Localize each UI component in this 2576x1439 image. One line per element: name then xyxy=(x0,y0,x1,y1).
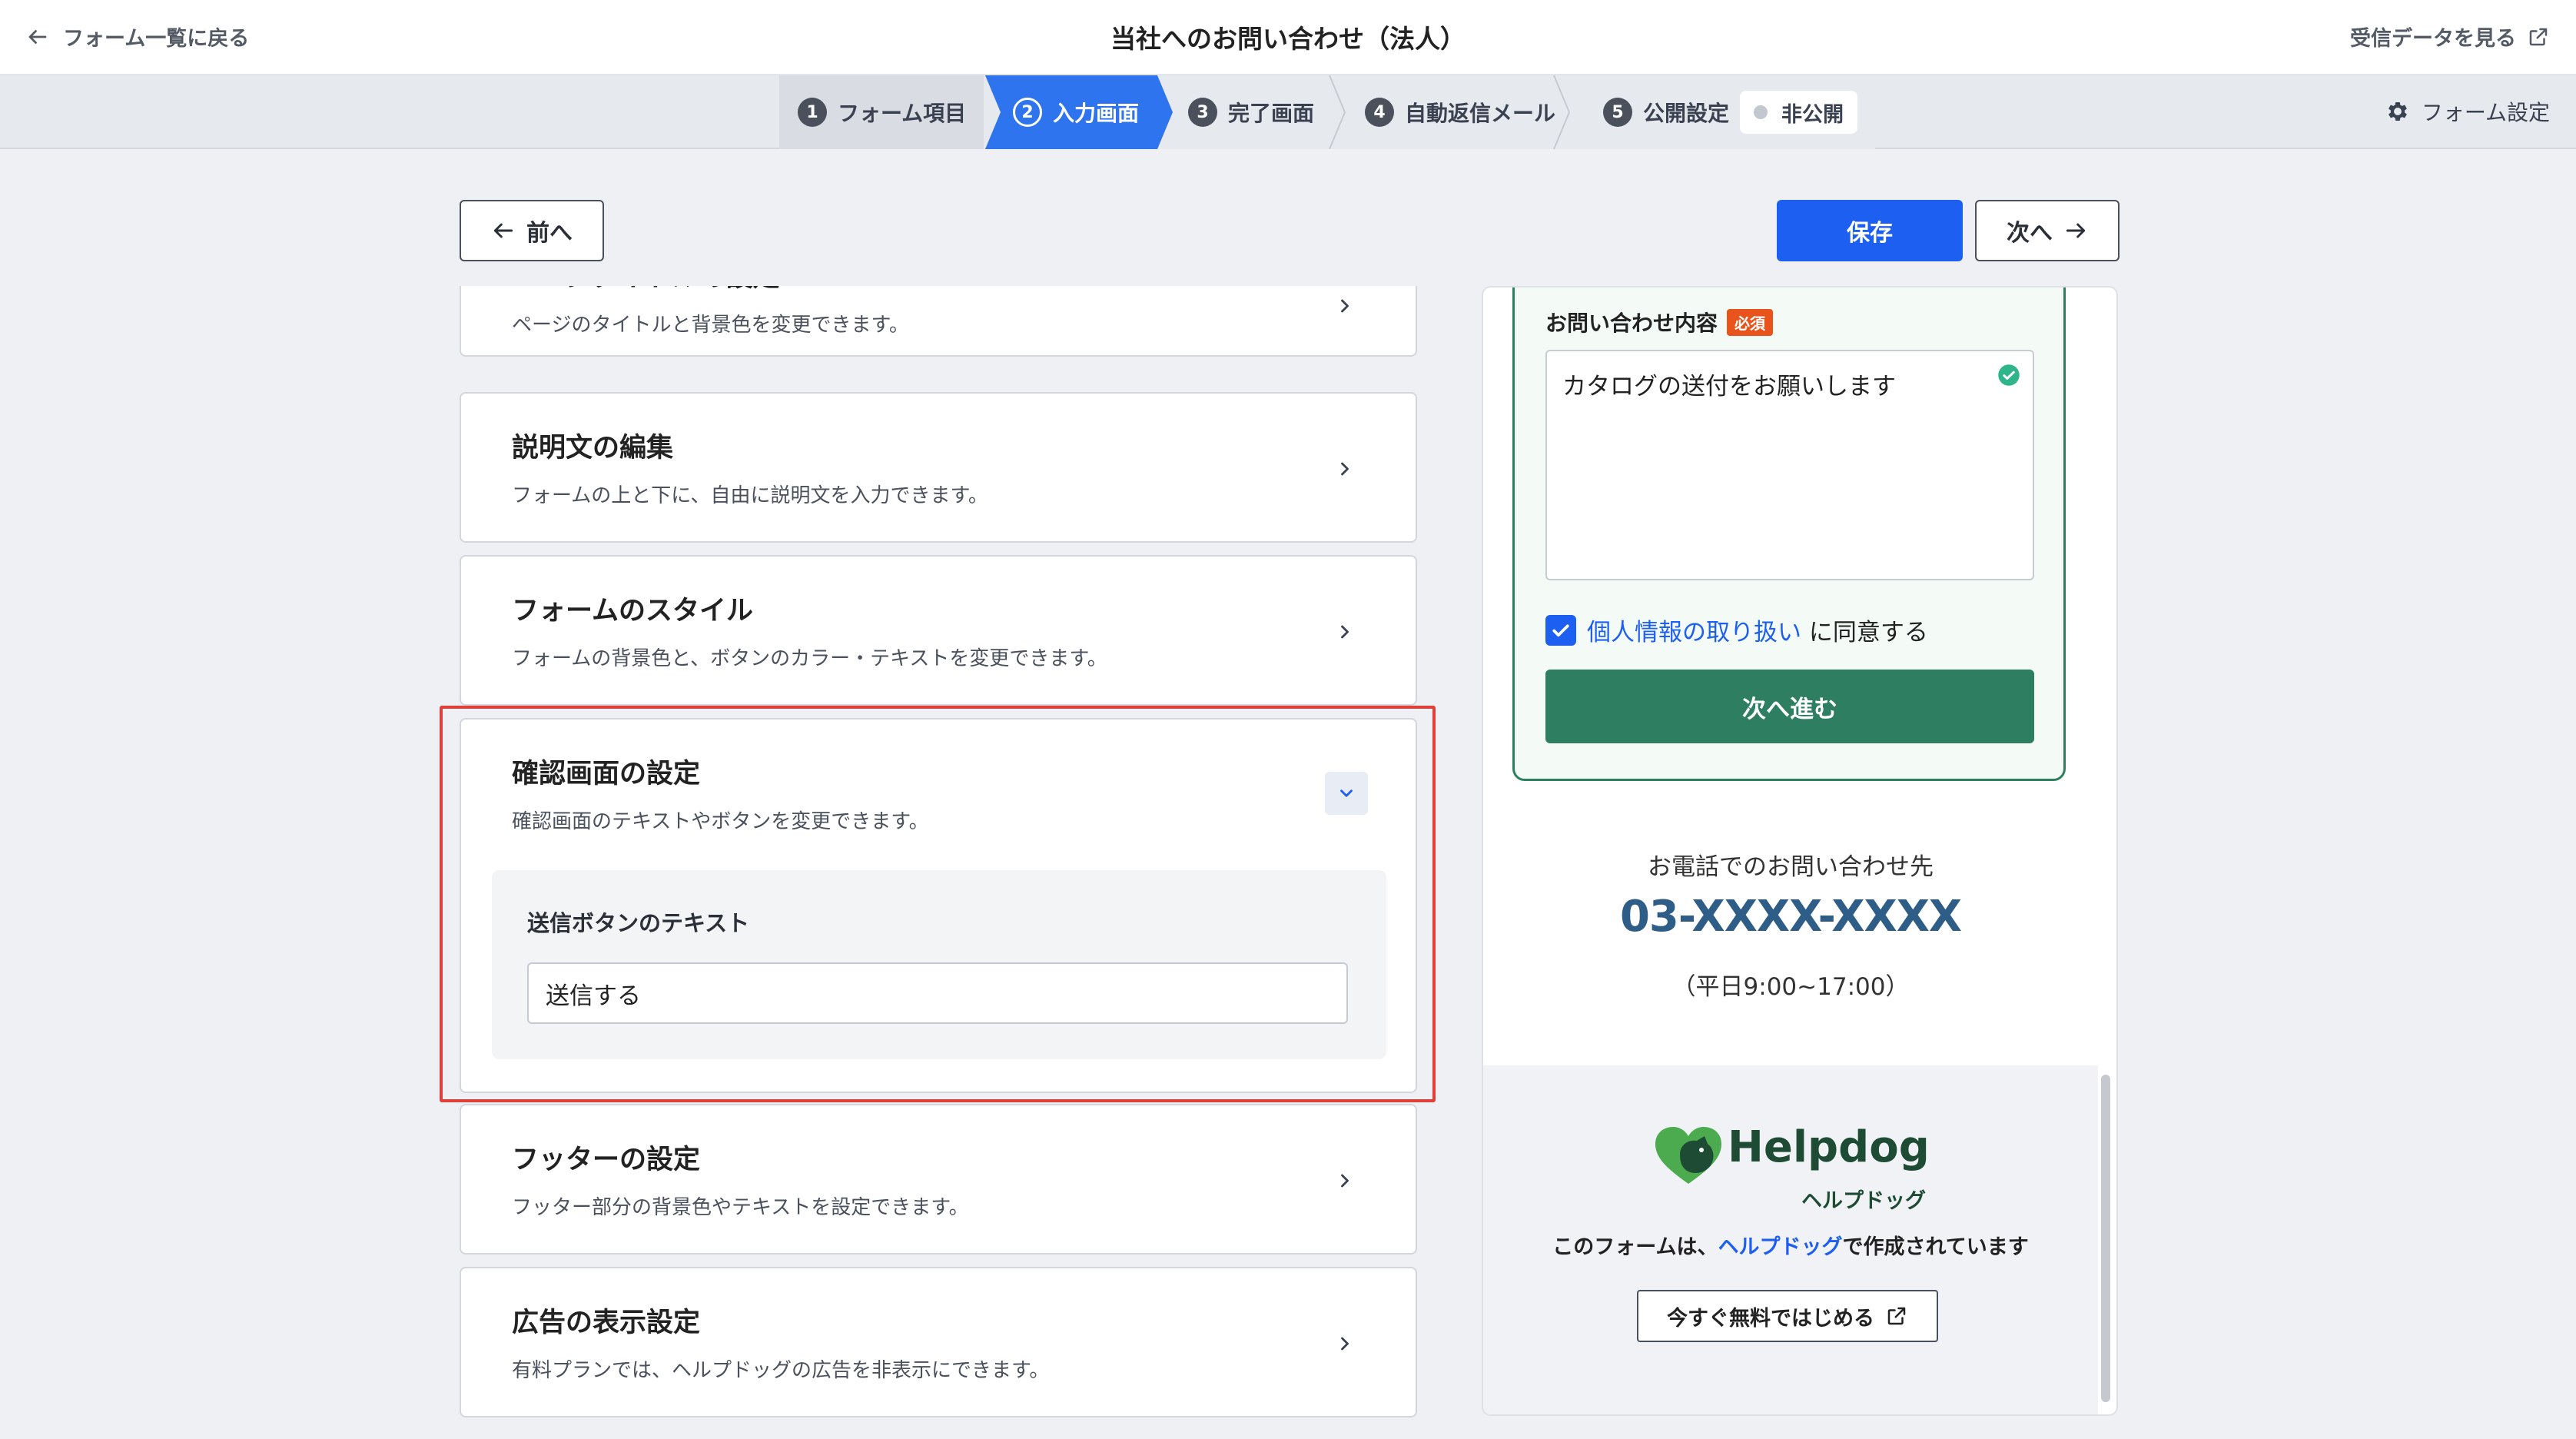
helpdog-ad-footer: Helpdog ヘルプドッグ このフォームは、ヘルプドッグで作成されています 今… xyxy=(1483,1065,2098,1414)
card-title: フッターの設定 xyxy=(512,1145,701,1175)
chevron-right-icon xyxy=(1341,1174,1349,1188)
step-number: 1 xyxy=(798,98,827,127)
helpdog-logo: Helpdog ヘルプドッグ xyxy=(1654,1121,1946,1213)
preview-scrollbar[interactable] xyxy=(2101,1075,2110,1402)
privacy-consent: 個人情報の取り扱い に同意する xyxy=(1545,613,1928,647)
contact-heading: お電話でのお問い合わせ先 xyxy=(1648,853,1934,881)
settings-list: ページタイトルの設定 ページのタイトルと背景色を変更できます。 説明文の編集 フ… xyxy=(458,286,1419,1439)
back-to-form-list-link[interactable]: フォーム一覧に戻る xyxy=(26,22,249,52)
helpdog-link[interactable]: ヘルプドッグ xyxy=(1718,1235,1843,1259)
arrow-left-icon xyxy=(28,29,47,44)
step-number: 5 xyxy=(1603,98,1632,127)
start-free-label: 今すぐ無料ではじめる xyxy=(1667,1306,1874,1331)
card-title: 広告の表示設定 xyxy=(512,1308,701,1338)
step-bar: 1 フォーム項目 2 入力画面 3 完了画面 4 自動返信メール 5 公開設定 … xyxy=(0,75,2576,149)
chevron-down-icon xyxy=(1340,789,1353,797)
step-number: 4 xyxy=(1365,98,1394,127)
privacy-policy-link[interactable]: 個人情報の取り扱い xyxy=(1587,619,1801,646)
made-by-text: このフォームは、ヘルプドッグで作成されています xyxy=(1483,1230,2098,1260)
card-ad-display-settings[interactable]: 広告の表示設定 有料プランでは、ヘルプドッグの広告を非表示にできます。 xyxy=(460,1267,1417,1417)
logo-text: Helpdog xyxy=(1728,1122,1930,1172)
textarea-value: カタログの送付をお願いします xyxy=(1562,373,1896,400)
step-completion-screen[interactable]: 3 完了画面 xyxy=(1188,75,1314,149)
external-link-icon xyxy=(1887,1307,1906,1325)
consent-checkbox[interactable] xyxy=(1545,614,1576,646)
submit-button-text-input[interactable]: 送信する xyxy=(527,962,1348,1024)
arrow-right-icon xyxy=(2066,223,2086,238)
publish-status-label: 非公開 xyxy=(1781,102,1844,127)
card-description-edit[interactable]: 説明文の編集 フォームの上と下に、自由に説明文を入力できます。 xyxy=(460,392,1417,543)
step-number: 3 xyxy=(1188,98,1217,127)
collapse-toggle-button[interactable] xyxy=(1325,772,1368,815)
made-by-suffix: で作成されています xyxy=(1842,1235,2029,1259)
step-form-items[interactable]: 1 フォーム項目 xyxy=(798,75,966,149)
card-title: フォームのスタイル xyxy=(512,596,753,626)
back-link-label: フォーム一覧に戻る xyxy=(63,27,250,51)
save-button-label: 保存 xyxy=(1847,220,1893,247)
external-link-icon xyxy=(2529,28,2548,45)
prev-button-label: 前へ xyxy=(526,220,573,247)
card-title: 確認画面の設定 xyxy=(512,759,701,789)
preview-form: お問い合わせ内容 必須 カタログの送付をお願いします 個人情報の取り扱い に同意… xyxy=(1512,287,2066,781)
next-button[interactable]: 次へ xyxy=(1975,200,2120,261)
card-confirmation-screen-settings: 確認画面の設定 確認画面のテキストやボタンを変更できます。 送信ボタンのテキスト… xyxy=(460,718,1417,1093)
gear-icon xyxy=(2388,101,2407,121)
card-description: 有料プランでは、ヘルプドッグの広告を非表示にできます。 xyxy=(512,1359,1050,1382)
view-data-label: 受信データを見る xyxy=(2350,27,2516,51)
required-badge: 必須 xyxy=(1727,308,1774,336)
field-label-text: お問い合わせ内容 xyxy=(1545,311,1718,336)
card-description: フォームの背景色と、ボタンのカラー・テキストを変更できます。 xyxy=(512,647,1107,670)
card-form-style[interactable]: フォームのスタイル フォームの背景色と、ボタンのカラー・テキストを変更できます。 xyxy=(460,555,1417,706)
submit-text-label: 送信ボタンのテキスト xyxy=(527,910,750,936)
logo-subtext: ヘルプドッグ xyxy=(1801,1189,1926,1213)
form-settings-button[interactable]: フォーム設定 xyxy=(2385,96,2550,127)
chevron-right-icon xyxy=(1341,462,1349,476)
card-description: フォームの上と下に、自由に説明文を入力できます。 xyxy=(512,484,988,507)
chevron-right-icon xyxy=(1341,299,1349,313)
step-auto-reply-mail[interactable]: 4 自動返信メール xyxy=(1365,75,1555,149)
page-title: 当社へのお問い合わせ（法人） xyxy=(1110,24,1466,54)
arrow-left-icon xyxy=(493,223,513,238)
consent-text: に同意する xyxy=(1801,619,1928,646)
step-input-screen[interactable]: 2 入力画面 xyxy=(1013,75,1139,149)
chevron-right-icon xyxy=(1341,1337,1349,1351)
step-label: 完了画面 xyxy=(1228,101,1315,126)
step-label: 入力画面 xyxy=(1053,101,1140,126)
next-button-label: 次へ xyxy=(2007,220,2053,247)
form-settings-label: フォーム設定 xyxy=(2421,100,2550,125)
status-dot-icon xyxy=(1754,105,1768,119)
inquiry-field-label: お問い合わせ内容 必須 xyxy=(1545,307,1774,337)
top-bar: フォーム一覧に戻る 当社へのお問い合わせ（法人） 受信データを見る xyxy=(0,0,2576,75)
card-description: 確認画面のテキストやボタンを変更できます。 xyxy=(512,810,929,833)
step-publish-settings[interactable]: 5 公開設定 xyxy=(1603,75,1729,149)
step-label: フォーム項目 xyxy=(838,101,967,126)
card-page-title-settings[interactable]: ページタイトルの設定 ページのタイトルと背景色を変更できます。 xyxy=(460,286,1417,357)
card-description: フッター部分の背景色やテキストを設定できます。 xyxy=(512,1196,969,1219)
publish-status-badge: 非公開 xyxy=(1740,91,1857,134)
business-hours: （平日9:00~17:00） xyxy=(1671,973,1910,1001)
step-navigation: 1 フォーム項目 2 入力画面 3 完了画面 4 自動返信メール 5 公開設定 … xyxy=(779,75,1875,149)
prev-button[interactable]: 前へ xyxy=(460,200,604,261)
proceed-button[interactable]: 次へ進む xyxy=(1545,670,2034,743)
helpdog-heart-dog-icon xyxy=(1655,1127,1721,1184)
view-received-data-link[interactable]: 受信データを見る xyxy=(2350,22,2550,52)
card-description: ページのタイトルと背景色を変更できます。 xyxy=(512,314,909,337)
step-label: 公開設定 xyxy=(1643,101,1730,126)
card-footer-settings[interactable]: フッターの設定 フッター部分の背景色やテキストを設定できます。 xyxy=(460,1104,1417,1255)
chevron-right-icon xyxy=(1341,625,1349,639)
step-number: 2 xyxy=(1013,98,1042,127)
card-title: 説明文の編集 xyxy=(512,433,674,464)
phone-number: 03-XXXX-XXXX xyxy=(1619,892,1962,942)
valid-check-icon xyxy=(1998,364,2020,386)
start-free-button[interactable]: 今すぐ無料ではじめる xyxy=(1637,1290,1938,1342)
form-preview: お問い合わせ内容 必須 カタログの送付をお願いします 個人情報の取り扱い に同意… xyxy=(1482,286,2118,1416)
checkmark-icon xyxy=(1552,624,1569,636)
confirm-settings-panel: 送信ボタンのテキスト 送信する xyxy=(492,870,1386,1059)
card-title: ページタイトルの設定 xyxy=(512,286,780,294)
step-label: 自動返信メール xyxy=(1405,101,1556,126)
inquiry-textarea[interactable]: カタログの送付をお願いします xyxy=(1545,350,2034,580)
made-by-prefix: このフォームは、 xyxy=(1552,1235,1718,1259)
save-button[interactable]: 保存 xyxy=(1777,200,1963,261)
